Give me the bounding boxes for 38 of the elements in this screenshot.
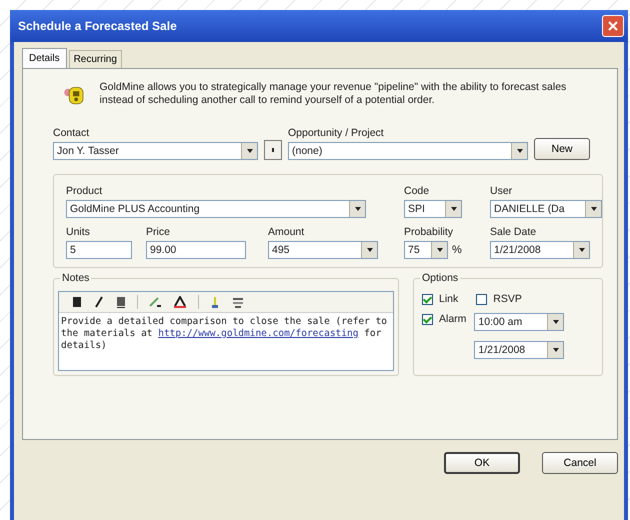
alarm-date-picker[interactable]: 1/21/2008 xyxy=(474,341,564,359)
field-label: User xyxy=(490,185,514,197)
sale-date-picker[interactable]: 1/21/2008 xyxy=(490,241,590,259)
field-label: Sale Date xyxy=(490,226,538,238)
field-label: Amount xyxy=(268,226,306,238)
field-label: Opportunity / Project xyxy=(288,127,385,139)
contact-dropdown[interactable]: Jon Y. Tasser xyxy=(53,142,258,160)
field-label: Contact xyxy=(53,127,90,139)
alarm-time-dropdown[interactable]: 10:00 am xyxy=(474,313,564,331)
field-label: Price xyxy=(146,226,171,238)
field-label: Code xyxy=(404,185,430,197)
opportunity-dropdown[interactable]: (none) xyxy=(288,142,528,160)
field-label: Product xyxy=(66,185,104,197)
notes-text: Provide a detailed comparison to close the sale (refer to the materials at http://www.goldmine.com/forecasting for details) xyxy=(60,315,388,353)
probability-dropdown[interactable]: 75 xyxy=(404,241,448,259)
units-field[interactable]: 5 xyxy=(66,241,132,259)
user-dropdown[interactable]: DANIELLE (Da xyxy=(490,200,602,218)
percent-sign: % xyxy=(452,244,462,256)
tab[interactable]: Recurring xyxy=(68,50,122,68)
code-dropdown[interactable]: SPI xyxy=(404,200,462,218)
intro-text: GoldMine allows you to strategically manage your revenue "pipeline" with the ability to forecast sales instead of scheduling another call to remind yourself of a potential order. xyxy=(100,81,568,107)
field-label: Probability xyxy=(404,226,454,238)
tab[interactable]: Details xyxy=(22,48,67,68)
ok-button[interactable]: OK xyxy=(444,452,520,474)
notes-link[interactable]: http://www.goldmine.com/forecasting xyxy=(158,328,358,339)
field-label: Units xyxy=(66,226,91,238)
alarm-checkbox[interactable]: Alarm xyxy=(422,313,466,325)
new-button[interactable]: New xyxy=(534,138,590,160)
group-label: Options xyxy=(420,272,460,284)
amount-field[interactable]: 495 xyxy=(268,241,378,259)
window-title: Schedule a Forecasted Sale xyxy=(18,19,177,33)
product-dropdown[interactable]: GoldMine PLUS Accounting xyxy=(66,200,366,218)
cancel-button[interactable]: Cancel xyxy=(542,452,618,474)
group-label: Notes xyxy=(60,272,92,284)
option-checkbox[interactable]: Link xyxy=(422,293,458,305)
price-field[interactable]: 99.00 xyxy=(146,241,246,259)
option-checkbox[interactable]: RSVP xyxy=(476,293,522,305)
notes-editor[interactable]: Provide a detailed comparison to close the sale (refer to the materials at http://www.goldmine.com/forecasting for details) xyxy=(58,291,394,371)
